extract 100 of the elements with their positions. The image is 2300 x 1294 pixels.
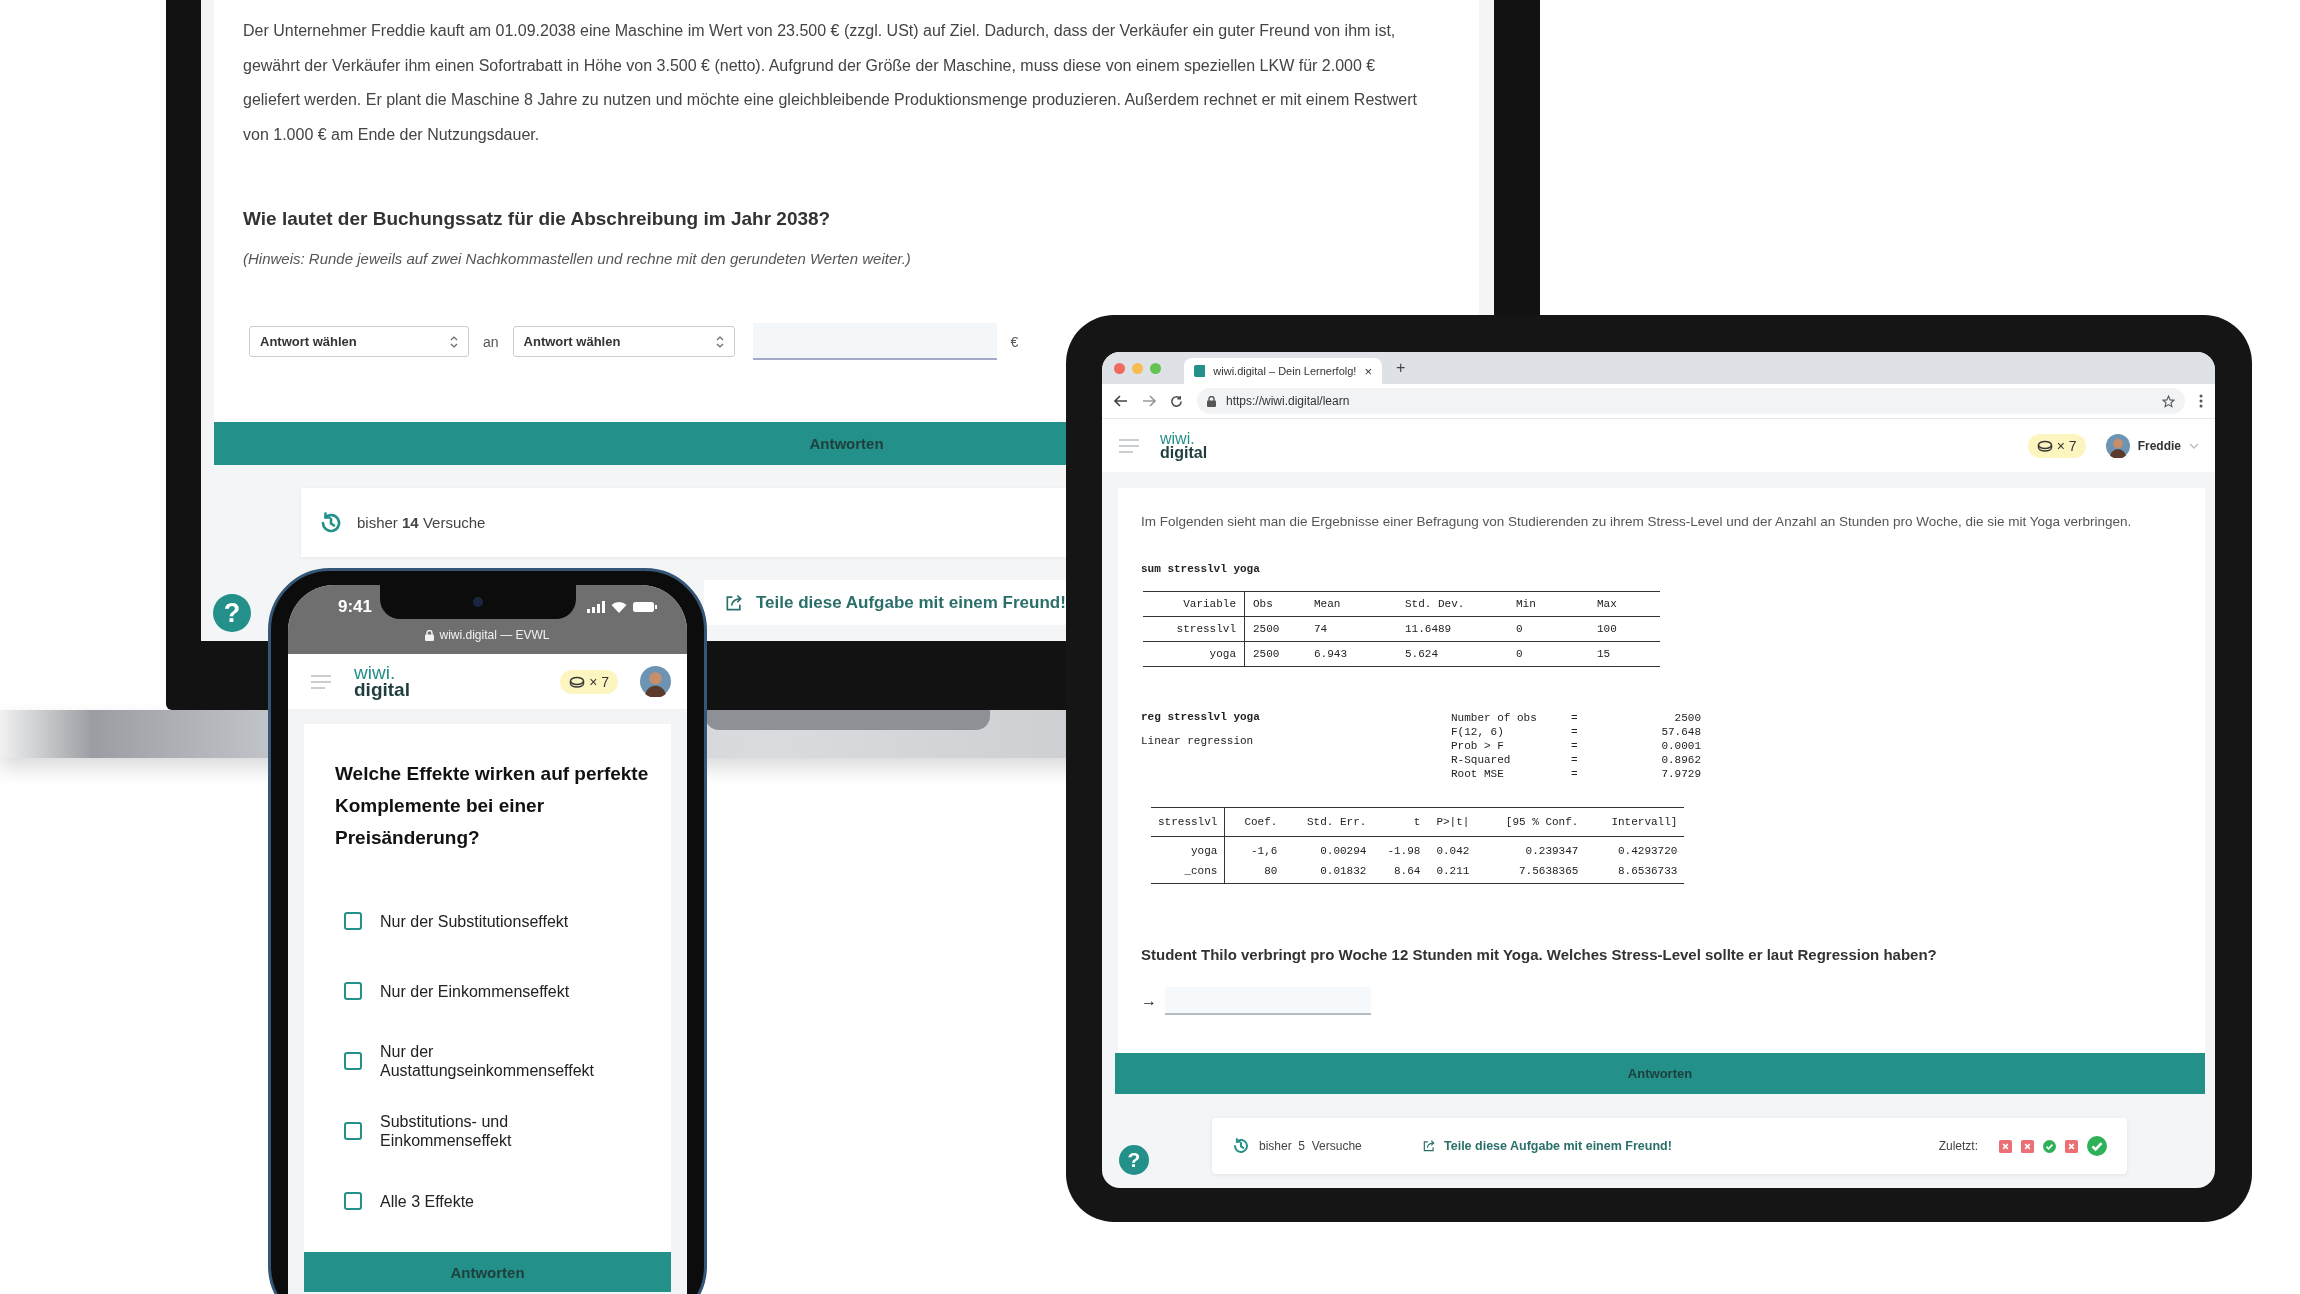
coin-counter: × 7 — [2027, 433, 2086, 458]
user-menu[interactable]: Freddie — [2105, 433, 2199, 458]
table-cell: -1,6 — [1224, 836, 1285, 861]
table-cell: 0.00294 — [1284, 836, 1374, 861]
table-cell: 0.239347 — [1476, 836, 1586, 861]
amount-field[interactable] — [752, 323, 997, 360]
coin-counter: × 7 — [560, 669, 618, 694]
table-cell: -1.98 — [1373, 836, 1428, 861]
help-button[interactable]: ? — [1119, 1145, 1149, 1175]
reload-icon[interactable] — [1170, 394, 1183, 408]
browser-tab[interactable]: wiwi.digital – Dein Lernerfolg! × — [1184, 358, 1382, 384]
table-cell: yoga — [1151, 836, 1225, 861]
table-cell: 11.6489 — [1397, 616, 1508, 642]
command-text: reg stresslvl yoga — [1141, 711, 1261, 723]
battery-icon — [633, 601, 657, 613]
table-cell: 0.01832 — [1284, 861, 1374, 884]
coin-icon — [2036, 439, 2053, 452]
camera-icon — [472, 596, 484, 608]
address-bar[interactable]: https://wiwi.digital/learn — [1197, 388, 2185, 414]
column-header: Variable — [1143, 591, 1245, 617]
lock-icon — [1207, 395, 1216, 407]
close-window-icon[interactable] — [1114, 362, 1125, 374]
share-icon — [1422, 1139, 1436, 1153]
checkbox[interactable] — [344, 1192, 362, 1210]
question-text: Student Thilo verbringt pro Woche 12 Stunden mit Yoga. Welches Stress-Level sollte er laut Regression haben? — [1141, 946, 1938, 963]
checkbox[interactable] — [344, 912, 362, 930]
forward-icon[interactable] — [1142, 395, 1156, 407]
currency-text: € — [1010, 333, 1019, 350]
star-icon[interactable] — [2162, 394, 2175, 408]
column-header: P>|t| — [1427, 807, 1477, 837]
table-cell: 8.6536733 — [1585, 861, 1685, 884]
checkbox[interactable] — [344, 1052, 362, 1070]
favicon-icon — [1194, 365, 1206, 377]
column-header: Mean — [1306, 591, 1397, 617]
history-icon — [319, 510, 343, 535]
share-icon — [724, 592, 744, 613]
checkbox[interactable] — [344, 982, 362, 1000]
answer-select[interactable]: Antwort wählen — [249, 326, 469, 357]
help-button[interactable]: ? — [213, 594, 251, 632]
logo[interactable]: wiwi. digital — [354, 665, 410, 698]
history-icon — [1232, 1137, 1250, 1155]
table-cell: _cons — [1151, 861, 1225, 884]
connector-text: an — [483, 333, 499, 350]
table-cell: 0 — [1508, 641, 1589, 667]
stat-value: 2500 — [1673, 711, 1701, 725]
option-label[interactable]: Alle 3 Effekte — [380, 1191, 474, 1211]
stat-name: F(12, 6) — [1451, 725, 1505, 739]
equals-text: = — [1571, 753, 1579, 767]
equals-text: = — [1571, 725, 1579, 739]
stat-value: 0.0001 — [1660, 739, 1701, 753]
model-label: Linear regression — [1141, 735, 1255, 747]
recent-label: Zuletzt: — [1938, 1139, 1978, 1153]
option-label[interactable]: Nur der Einkommenseffekt — [380, 981, 570, 1001]
table-cell: 80 — [1224, 861, 1285, 884]
clock-text: 9:41 — [338, 597, 373, 617]
share-link[interactable]: Teile diese Aufgabe mit einem Freund! — [756, 592, 1066, 613]
attempts-text: bisher 14 Versuche — [357, 514, 486, 531]
column-header: Std. Dev. — [1397, 591, 1508, 617]
stat-name: Prob > F — [1451, 739, 1505, 753]
avatar-icon[interactable] — [2105, 433, 2130, 458]
close-tab-icon[interactable]: × — [1364, 363, 1372, 379]
answer-select[interactable]: Antwort wählen — [512, 326, 735, 357]
column-header: Std. Err. — [1284, 807, 1374, 837]
option-label[interactable]: Substitutions- und Einkommenseffekt — [380, 1112, 635, 1150]
table-cell: 8.64 — [1373, 861, 1428, 884]
question-text: Welche Effekte wirken auf perfekte Komplemente bei einer Preisänderung? — [335, 762, 650, 850]
table-cell: stresslvl — [1143, 616, 1245, 642]
answer-field[interactable] — [1165, 987, 1371, 1015]
option-label[interactable]: Nur der Substitutionseffekt — [380, 911, 569, 931]
back-icon[interactable] — [1114, 395, 1128, 407]
intro-text: Im Folgenden sieht man die Ergebnisse einer Befragung von Studierenden zu ihrem Stress-Level und der Anzahl an Stunden pro Woche, die sie mit Yoga verbringen. — [1141, 514, 2133, 529]
avatar-icon[interactable] — [640, 666, 671, 697]
table-cell: 7.5638365 — [1476, 861, 1586, 884]
column-header: stresslvl — [1151, 807, 1225, 837]
command-text: sum stresslvl yoga — [1141, 563, 1261, 575]
arrow-text: → — [1141, 992, 1157, 1010]
logo[interactable]: wiwi. digital — [1160, 431, 1208, 460]
more-icon[interactable] — [2199, 394, 2203, 408]
table-cell: 0 — [1508, 616, 1589, 642]
table-cell: 2500 — [1244, 641, 1306, 667]
table-cell: 0.211 — [1427, 861, 1477, 884]
stat-value: 57.648 — [1660, 725, 1701, 739]
wifi-icon — [611, 601, 627, 613]
table-cell: 0.042 — [1427, 836, 1477, 861]
share-link[interactable]: Teile diese Aufgabe mit einem Freund! — [1444, 1139, 1672, 1153]
column-header: Max — [1589, 591, 1660, 617]
option-label[interactable]: Nur der Austattungseinkommenseffekt — [380, 1042, 635, 1080]
chevron-updown-icon — [450, 335, 458, 348]
table-cell: 2500 — [1244, 616, 1306, 642]
equals-text: = — [1571, 767, 1579, 781]
table-cell: 100 — [1589, 616, 1660, 642]
column-header: [95 % Conf. — [1476, 807, 1586, 837]
new-tab-icon[interactable]: + — [1396, 359, 1406, 377]
table-cell: 74 — [1306, 616, 1397, 642]
checkbox[interactable] — [344, 1122, 362, 1140]
column-header: Coef. — [1224, 807, 1285, 837]
stat-name: Number of obs — [1451, 711, 1538, 725]
coin-icon — [569, 675, 586, 688]
url-text: https://wiwi.digital/learn — [1226, 394, 1350, 408]
table-cell: 6.943 — [1306, 641, 1397, 667]
